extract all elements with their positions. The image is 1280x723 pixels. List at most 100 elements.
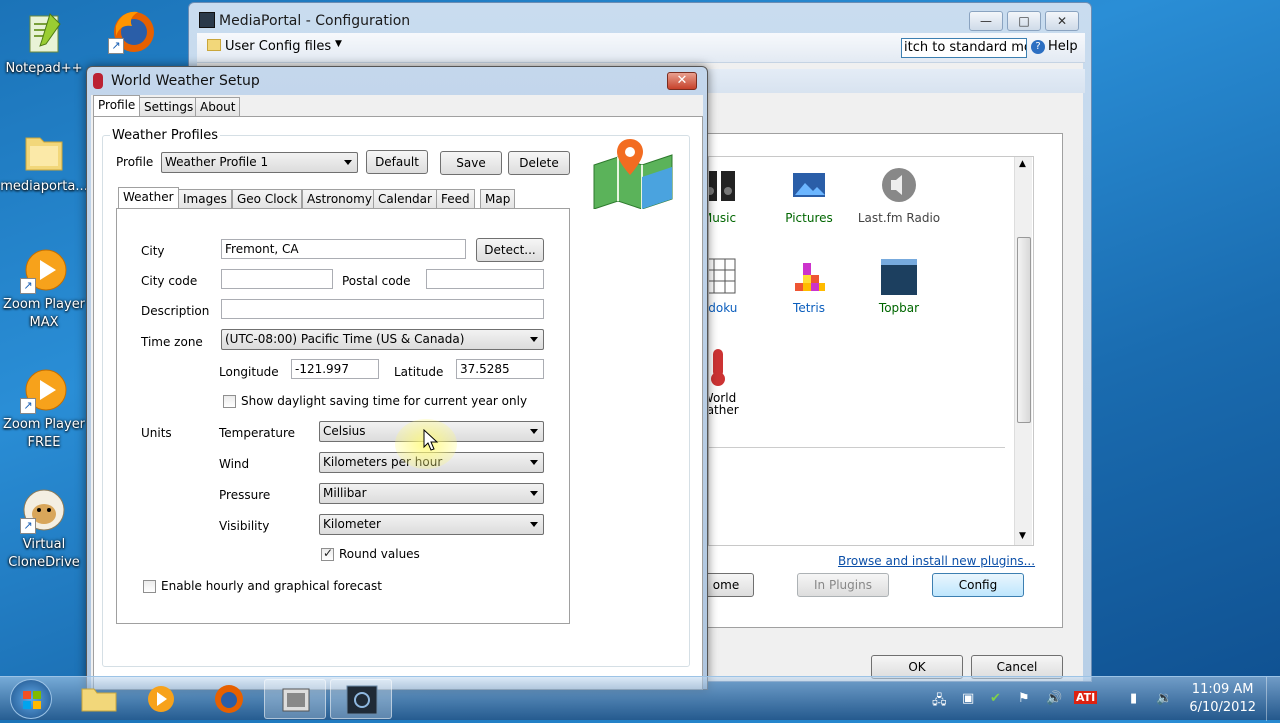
tab-calendar[interactable]: Calendar (373, 189, 437, 209)
save-button[interactable]: Save (440, 151, 502, 175)
browse-plugins-link[interactable]: Browse and install new plugins... (838, 554, 1035, 568)
start-button[interactable] (10, 679, 52, 719)
firefox-icon: ↗ (108, 6, 156, 54)
in-plugins-button[interactable]: In Plugins (797, 573, 889, 597)
ati-icon[interactable]: ATI (1074, 691, 1098, 704)
scroll-thumb[interactable] (1017, 237, 1031, 423)
desktop-icon-notepadpp[interactable]: Notepad++ (0, 10, 88, 78)
scroll-down-icon[interactable]: ▼ (1019, 531, 1026, 541)
folder-icon (20, 128, 68, 176)
time-zone-select[interactable]: (UTC-08:00) Pacific Time (US & Canada) (221, 329, 544, 350)
radio-speaker-icon (879, 167, 919, 207)
desktop-icon-zoom-free[interactable]: ↗ Zoom Player FREE (0, 366, 88, 452)
desktop-icon-label: Virtual CloneDrive (8, 537, 80, 570)
hourly-forecast-label: Enable hourly and graphical forecast (161, 579, 382, 593)
city-field[interactable]: Fremont, CA (221, 239, 466, 259)
group-title: Weather Profiles (110, 128, 221, 143)
clock[interactable]: 11:09 AM 6/10/2012 (1189, 681, 1256, 717)
taskbar-media-player[interactable] (130, 679, 192, 719)
longitude-field[interactable]: -121.997 (291, 359, 379, 379)
profile-select[interactable]: Weather Profile 1 (161, 152, 358, 173)
world-weather-setup-dialog: World Weather Setup ✕ Profile Settings A… (86, 66, 708, 690)
zoom-player-icon: ↗ (20, 246, 68, 294)
chevron-down-icon[interactable]: ▼ (335, 39, 342, 49)
taskbar-firefox[interactable] (198, 679, 260, 719)
taskbar-world-weather[interactable] (330, 679, 392, 719)
volume-icon[interactable]: 🔊 (1046, 691, 1062, 706)
scroll-up-icon[interactable]: ▲ (1019, 159, 1026, 169)
minimize-button[interactable]: — (969, 11, 1003, 31)
tab-weather[interactable]: Weather (118, 187, 179, 209)
play-icon (148, 686, 174, 712)
taskbar-explorer[interactable] (68, 679, 130, 719)
desktop-icon-clonedrive[interactable]: ↗ Virtual CloneDrive (0, 486, 88, 572)
plugin-label: Topbar (878, 301, 920, 315)
latitude-field[interactable]: 37.5285 (456, 359, 544, 379)
visibility-select[interactable]: Kilometer (319, 514, 544, 535)
visibility-label: Visibility (219, 519, 270, 533)
taskbar: 🖧 ▣ ✔ ⚑ 🔊 ATI ▮ 🔉 11:09 AM 6/10/2012 (0, 676, 1280, 721)
desktop-icon-label: Notepad++ (5, 61, 83, 76)
longitude-label: Longitude (219, 365, 279, 379)
thermometer-icon (93, 73, 103, 89)
desktop-icon-mediaportal[interactable]: mediaporta... (0, 128, 88, 196)
description-field[interactable] (221, 299, 544, 319)
units-label: Units (141, 426, 172, 440)
signal-icon[interactable]: ▮ (1130, 691, 1137, 706)
speaker-icon[interactable]: 🔉 (1156, 691, 1172, 706)
vertical-scrollbar[interactable]: ▲ ▼ (1014, 157, 1032, 545)
tab-map[interactable]: Map (480, 189, 516, 209)
flag-icon[interactable]: ⚑ (1018, 691, 1030, 706)
hourly-forecast-checkbox[interactable] (143, 580, 156, 593)
dialog-body: Profile Settings About Weather Profiles … (91, 95, 703, 690)
desktop-icon-firefox[interactable]: ↗ (88, 6, 176, 56)
city-code-field[interactable] (221, 269, 333, 289)
user-config-menu[interactable]: User Config files (225, 39, 331, 54)
config-button[interactable]: Config (932, 573, 1024, 597)
chevron-down-icon (530, 337, 538, 342)
mode-field[interactable]: itch to standard mo (901, 38, 1027, 58)
profile-label: Profile (116, 155, 154, 169)
plugin-label: Tetris (793, 301, 825, 315)
plugin-lastfm[interactable]: Last.fm Radio (849, 167, 949, 225)
description-label: Description (141, 304, 210, 318)
tab-about[interactable]: About (195, 97, 241, 117)
detect-button[interactable]: Detect... (476, 238, 544, 262)
tab-astronomy[interactable]: Astronomy (302, 189, 377, 209)
plugin-topbar[interactable]: Topbar (849, 257, 949, 315)
default-button[interactable]: Default (366, 150, 428, 174)
monitor-icon[interactable]: ▣ (962, 691, 974, 706)
plugin-label: Pictures (785, 211, 833, 225)
help-icon[interactable]: ? (1031, 40, 1045, 54)
network-icon[interactable]: 🖧 (932, 691, 947, 713)
show-desktop-button[interactable] (1266, 677, 1280, 721)
plugin-tetris[interactable]: Tetris (759, 257, 859, 315)
postal-code-field[interactable] (426, 269, 544, 289)
tab-geo-clock[interactable]: Geo Clock (232, 189, 303, 209)
weather-thermometer-icon (709, 347, 739, 387)
plugins-panel: Music Pictures Last.fm Radio udoku Tetri… (698, 133, 1063, 628)
close-button[interactable]: ✕ (667, 72, 697, 90)
desktop-icon-label: Zoom Player FREE (2, 417, 86, 450)
round-values-checkbox[interactable] (321, 546, 334, 561)
tab-images[interactable]: Images (178, 189, 232, 209)
daylight-saving-checkbox[interactable] (223, 395, 236, 408)
maximize-button[interactable]: □ (1007, 11, 1041, 31)
tab-profile[interactable]: Profile (93, 95, 141, 117)
pressure-select[interactable]: Millibar (319, 483, 544, 504)
desktop-icon-zoom-max[interactable]: ↗ Zoom Player MAX (0, 246, 88, 332)
chevron-down-icon (530, 460, 538, 465)
taskbar-mediaportal-config[interactable] (264, 679, 326, 719)
delete-button[interactable]: Delete (508, 151, 570, 175)
firefox-icon (215, 685, 243, 713)
desktop-icon-label: mediaporta... (0, 179, 88, 194)
tab-settings[interactable]: Settings (139, 97, 199, 117)
help-link[interactable]: Help (1048, 39, 1078, 54)
plugin-pictures[interactable]: Pictures (759, 167, 859, 225)
check-icon[interactable]: ✔ (990, 691, 1001, 706)
close-button[interactable]: ✕ (1045, 11, 1079, 31)
mouse-cursor-icon (423, 428, 439, 454)
plugin-world-weather[interactable]: World eather (709, 347, 769, 417)
latitude-label: Latitude (394, 365, 444, 379)
tab-feed[interactable]: Feed (436, 189, 475, 209)
